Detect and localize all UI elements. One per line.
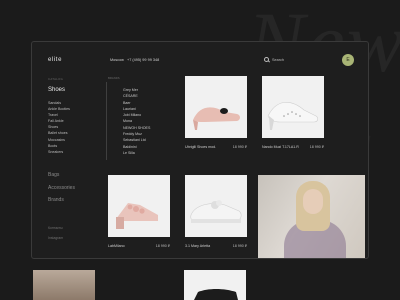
product-name: LabMilano [108, 244, 125, 248]
divider [106, 82, 107, 160]
product-card[interactable]: 3.1 Mary Arletta 18 990 ₽ [185, 175, 247, 248]
bottom-image-empty [108, 270, 170, 300]
sidebar-footer-contacts[interactable]: Контакты [48, 226, 63, 230]
promo-image[interactable] [258, 175, 365, 258]
brand-item[interactable]: Le Silla [123, 150, 150, 156]
product-image[interactable] [108, 175, 170, 237]
product-name: Ubriglli Shoes mod. [185, 145, 217, 149]
search-button[interactable]: Search [264, 57, 284, 62]
store-window: elite Moscow +7 (495) 99 99 348 Search Е… [31, 41, 369, 259]
pink-sandal-image [116, 203, 158, 229]
product-image[interactable] [185, 175, 247, 237]
sidebar-footer-instagram[interactable]: Instagram [48, 236, 63, 240]
sidebar-list: Sandals Ankle Booties Travel Fall Ankle … [48, 100, 70, 155]
sidebar-section-bags[interactable]: Bags [48, 169, 75, 182]
product-name: Nando Muzi T.17LA1.R [262, 145, 299, 149]
product-card[interactable]: Ubriglli Shoes mod. 18 990 ₽ [185, 76, 247, 149]
brand-list: Grey Mer CÉSARE Baer Lauriani Jobi Milan… [123, 87, 150, 156]
product-price: 18 990 ₽ [232, 145, 247, 149]
product-name: 3.1 Mary Arletta [185, 244, 211, 248]
sidebar-category-label: CATALOG [48, 77, 64, 81]
phone-number[interactable]: +7 (495) 99 99 348 [127, 58, 159, 62]
sidebar-sections: Bags Accessories Brands [48, 169, 75, 207]
logo[interactable]: elite [48, 57, 62, 63]
sidebar-item-ballet-shoes[interactable]: Ballet shoes [48, 130, 70, 136]
bottom-image-left [33, 270, 95, 300]
search-icon [264, 57, 269, 62]
product-price: 18 990 ₽ [232, 244, 247, 248]
search-label: Search [272, 57, 285, 62]
white-pump-image [267, 102, 319, 130]
product-price: 18 990 ₽ [309, 145, 324, 149]
avatar[interactable]: Е [342, 54, 354, 66]
sidebar-item-sneakers[interactable]: Sneakers [48, 149, 70, 155]
product-card[interactable]: Nando Muzi T.17LA1.R 18 990 ₽ [262, 76, 324, 149]
sidebar-title[interactable]: Shoes [48, 87, 65, 93]
top-bar: elite Moscow +7 (495) 99 99 348 Search Е [32, 42, 368, 78]
bottom-image-shoe [184, 270, 246, 300]
black-loafer-image [194, 289, 238, 300]
white-sneaker-image [190, 200, 242, 223]
product-image[interactable] [185, 76, 247, 138]
location-selector[interactable]: Moscow [110, 58, 124, 62]
subnav-label: BRANDS [108, 76, 120, 80]
pink-pump-image [193, 107, 240, 130]
sidebar-section-accessories[interactable]: Accessories [48, 182, 75, 195]
product-price: 18 990 ₽ [155, 244, 170, 248]
product-image[interactable] [262, 76, 324, 138]
sidebar-section-brands[interactable]: Brands [48, 194, 75, 207]
product-card[interactable]: LabMilano 18 990 ₽ [108, 175, 170, 248]
model-face [303, 189, 323, 214]
